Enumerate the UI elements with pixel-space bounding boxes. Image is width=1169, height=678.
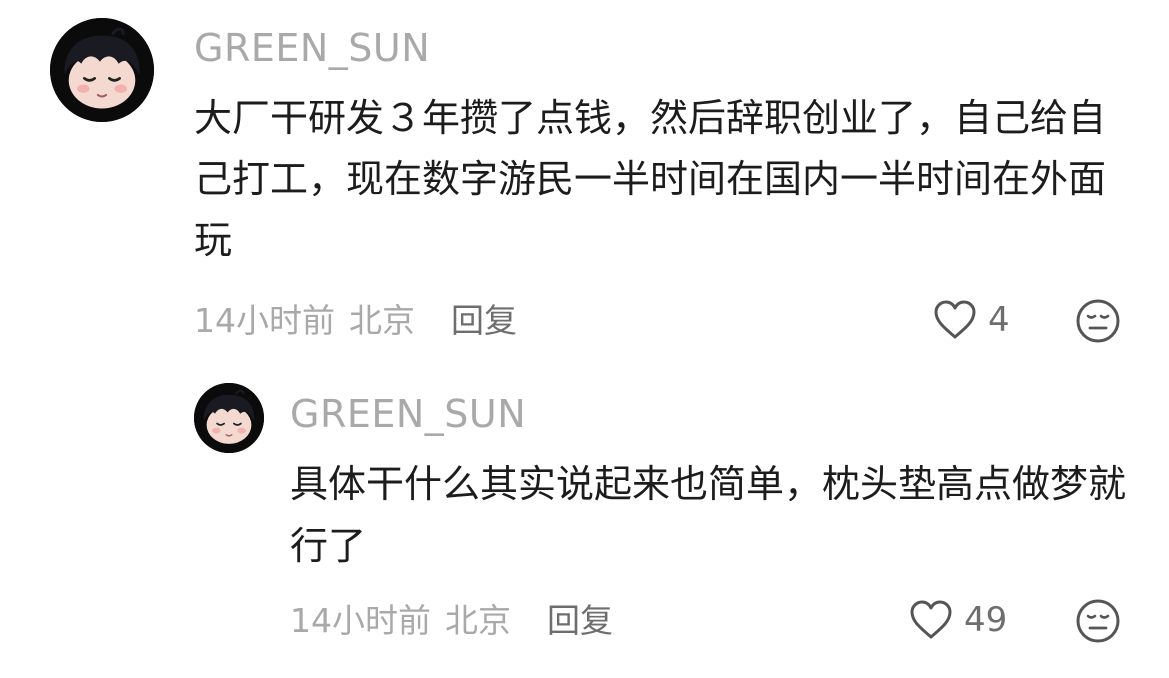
cartoon-boy-avatar-icon: [50, 18, 154, 122]
like-button[interactable]: 4: [932, 296, 1010, 344]
avatar[interactable]: [50, 18, 154, 122]
cartoon-boy-avatar-icon: [194, 383, 264, 453]
reply-location: 北京: [445, 601, 511, 640]
comment-timestamp: 14小时前: [194, 301, 335, 340]
reply-text: 具体干什么其实说起来也简单，枕头垫高点做梦就行了: [290, 462, 1127, 568]
reply-meta: 14小时前 北京 回复: [290, 594, 613, 642]
dislike-button[interactable]: [1075, 598, 1121, 644]
dislike-button[interactable]: [1075, 298, 1121, 344]
reply-button[interactable]: 回复: [451, 294, 517, 342]
avatar[interactable]: [194, 383, 264, 453]
meh-face-icon: [1076, 599, 1120, 643]
comment-location: 北京: [349, 301, 415, 340]
like-button[interactable]: 49: [908, 596, 1007, 644]
comment-username[interactable]: GREEN_SUN: [194, 26, 430, 70]
like-count: 49: [964, 600, 1008, 640]
heart-icon: [934, 300, 976, 339]
like-count: 4: [988, 300, 1010, 340]
heart-icon: [910, 600, 952, 639]
comment-text: 大厂干研发３年攒了点钱，然后辞职创业了，自己给自己打工，现在数字游民一半时间在国…: [194, 96, 1107, 262]
reply-username[interactable]: GREEN_SUN: [290, 392, 526, 436]
reply-button[interactable]: 回复: [547, 594, 613, 642]
meh-face-icon: [1076, 299, 1120, 343]
comment-meta: 14小时前 北京 回复: [194, 294, 517, 342]
reply-timestamp: 14小时前: [290, 601, 431, 640]
